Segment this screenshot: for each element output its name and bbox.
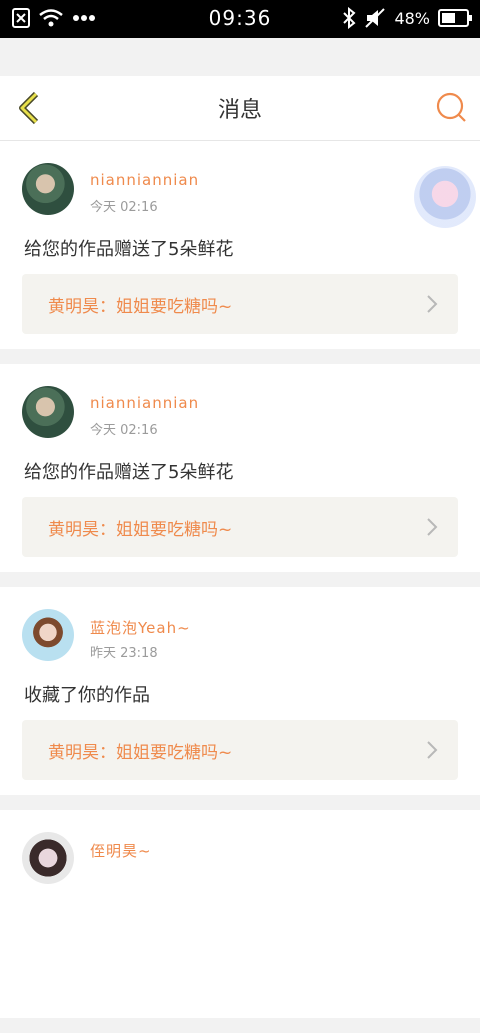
message-content: 收藏了你的作品 [24,685,150,706]
message-card[interactable]: 侄明昊~ [0,810,480,1018]
message-card[interactable]: nianniannian 今天 02:16 给您的作品赠送了5朵鲜花 黄明昊：姐… [0,141,480,349]
battery-percent: 48% [394,8,430,28]
status-bar: 09:36 48% [0,0,480,38]
chevron-right-icon [427,295,438,313]
message-list: nianniannian 今天 02:16 给您的作品赠送了5朵鲜花 黄明昊：姐… [0,141,480,1033]
avatar[interactable] [22,163,74,215]
page-title: 消息 [217,98,262,123]
avatar[interactable] [22,386,74,438]
chevron-right-icon [427,741,438,759]
chevron-right-icon [427,518,438,536]
bluetooth-icon [343,7,356,29]
message-content: 给您的作品赠送了5朵鲜花 [24,239,234,260]
message-card[interactable]: 蓝泡泡Yeah~ 昨天 23:18 收藏了你的作品 黄明昊：姐姐要吃糖吗~ [0,587,480,795]
work-quote-box[interactable]: 黄明昊：姐姐要吃糖吗~ [22,497,458,557]
message-card[interactable]: nianniannian 今天 02:16 给您的作品赠送了5朵鲜花 黄明昊：姐… [0,364,480,572]
mute-icon [365,8,386,28]
work-quote-box[interactable]: 黄明昊：姐姐要吃糖吗~ [22,720,458,780]
username[interactable]: nianniannian [90,394,199,412]
status-right: 48% [342,7,472,29]
message-time: 今天 02:16 [90,200,158,215]
avatar[interactable] [22,832,74,884]
nav-bar: 消息 [0,76,480,141]
username[interactable]: 蓝泡泡Yeah~ [90,617,191,638]
floating-avatar[interactable] [414,166,476,228]
message-time: 昨天 23:18 [90,646,158,661]
top-spacer [0,38,480,76]
work-quote-text: 黄明昊：姐姐要吃糖吗~ [48,520,233,540]
message-time: 今天 02:16 [90,423,158,438]
work-quote-text: 黄明昊：姐姐要吃糖吗~ [48,743,233,763]
battery-icon [438,9,472,27]
username[interactable]: nianniannian [90,171,199,189]
search-icon[interactable] [434,90,468,124]
avatar[interactable] [22,609,74,661]
work-quote-box[interactable]: 黄明昊：姐姐要吃糖吗~ [22,274,458,334]
username[interactable]: 侄明昊~ [90,840,152,861]
work-quote-text: 黄明昊：姐姐要吃糖吗~ [48,297,233,317]
message-content: 给您的作品赠送了5朵鲜花 [24,462,234,483]
